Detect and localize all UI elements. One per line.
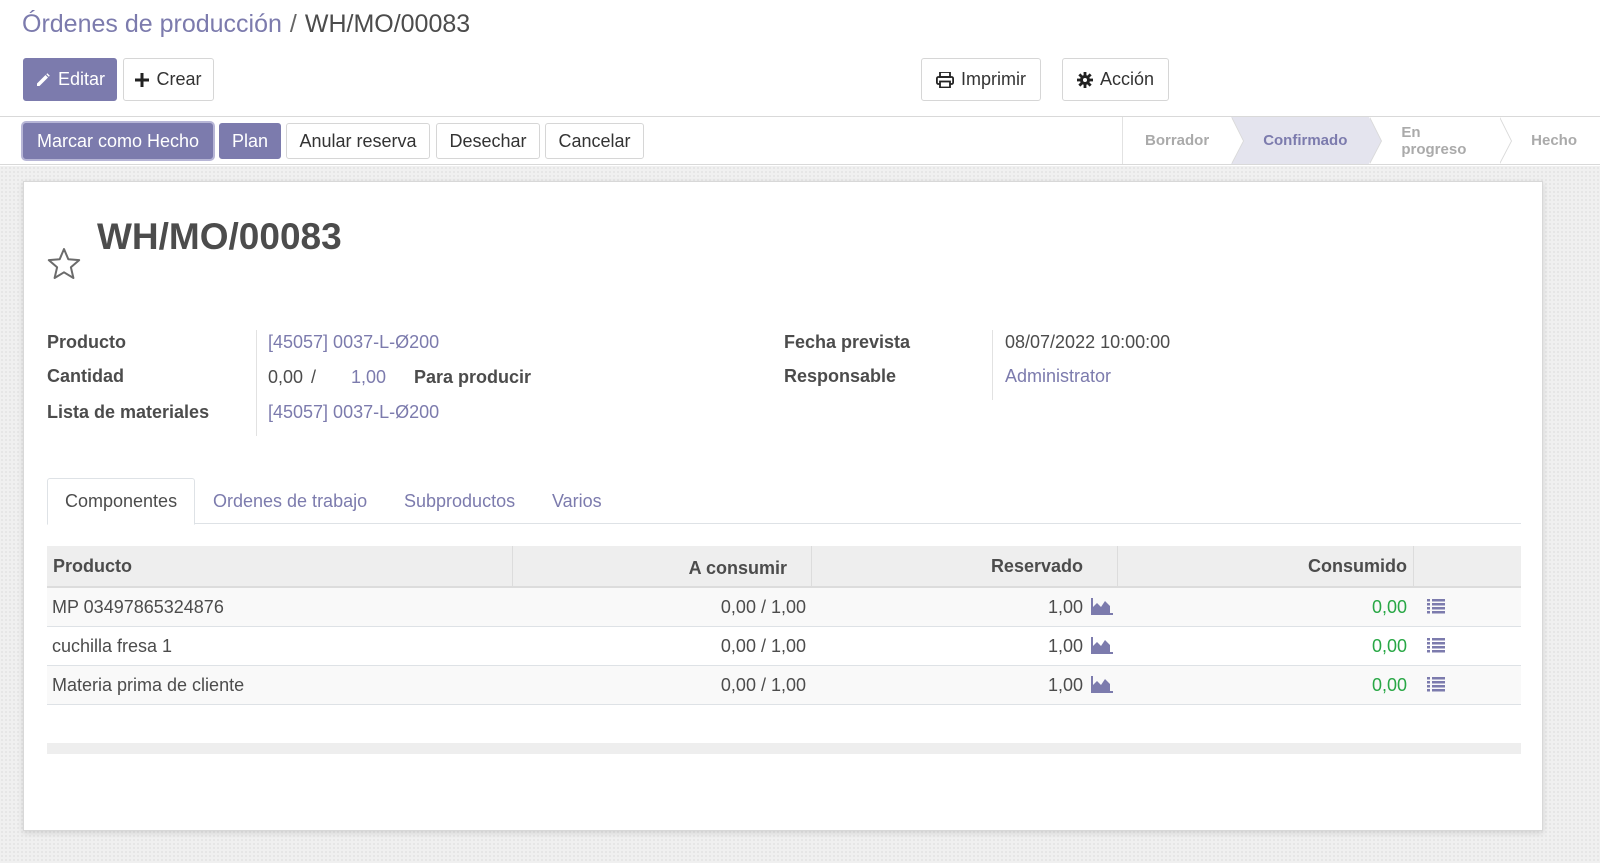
create-button-label: Crear: [156, 69, 202, 89]
list-icon[interactable]: [1427, 638, 1445, 653]
plan-button[interactable]: Plan: [219, 123, 281, 159]
tab-components[interactable]: Componentes: [47, 478, 196, 525]
print-button[interactable]: Imprimir: [921, 58, 1041, 101]
column-header-product[interactable]: Producto: [53, 546, 132, 586]
gear-icon: [1076, 71, 1093, 88]
date-label: Fecha prevista: [784, 332, 911, 352]
row-to-consume: 0,00 / 1,00: [720, 674, 806, 695]
edit-button[interactable]: Editar: [23, 58, 117, 101]
product-link[interactable]: [45057] 0037-L-Ø200: [268, 332, 439, 353]
column-header-to-consume[interactable]: A consumir: [513, 548, 787, 588]
stage-in-progress[interactable]: En progreso: [1369, 117, 1513, 164]
right-group-divider: [992, 330, 993, 400]
printer-icon: [936, 71, 954, 88]
tab-misc[interactable]: Varios: [535, 478, 619, 524]
breadcrumb-parent-link[interactable]: Órdenes de producción: [22, 10, 282, 38]
tab-byproducts[interactable]: Subproductos: [387, 478, 532, 524]
table-footer: [47, 743, 1521, 754]
quantity-produced: 0,00: [268, 367, 304, 387]
stage-draft[interactable]: Borrador: [1123, 117, 1245, 164]
stage-confirmed-label: Confirmado: [1263, 132, 1348, 149]
row-reserved: 1,00: [1047, 674, 1083, 695]
row-reserved: 1,00: [1047, 635, 1083, 656]
print-button-label: Imprimir: [961, 69, 1026, 89]
row-consumed: 0,00: [1371, 674, 1407, 695]
mark-done-button[interactable]: Marcar como Hecho: [23, 123, 213, 159]
stage-draft-label: Borrador: [1145, 132, 1210, 149]
table-row[interactable]: Materia prima de cliente 0,00 / 1,00 1,0…: [47, 666, 1521, 705]
action-button-label: Acción: [1099, 69, 1155, 89]
create-button[interactable]: Crear: [123, 58, 214, 101]
date-value[interactable]: 08/07/2022 10:00:00: [1005, 332, 1170, 353]
cancel-button[interactable]: Cancelar: [545, 123, 644, 159]
edit-button-label: Editar: [57, 69, 106, 89]
unreserve-button[interactable]: Anular reserva: [286, 123, 430, 159]
area-chart-icon[interactable]: [1091, 598, 1113, 615]
row-to-consume: 0,00 / 1,00: [720, 596, 806, 617]
content-area: WH/MO/00083 Producto Cantidad Lista de m…: [0, 166, 1600, 863]
record-title: WH/MO/00083: [97, 216, 342, 257]
row-to-consume: 0,00 / 1,00: [720, 635, 806, 656]
row-consumed: 0,00: [1371, 596, 1407, 617]
column-header-reserved[interactable]: Reservado: [812, 546, 1083, 586]
list-icon[interactable]: [1427, 677, 1445, 692]
control-panel: Órdenes de producción / WH/MO/00083 Editar…: [0, 0, 1600, 117]
list-icon[interactable]: [1427, 599, 1445, 614]
quantity-suffix: Para producir: [414, 367, 532, 387]
tab-work-orders[interactable]: Ordenes de trabajo: [196, 478, 384, 524]
table-row[interactable]: MP 03497865324876 0,00 / 1,00 1,00 0,00: [47, 588, 1521, 627]
row-product: Materia prima de cliente: [52, 674, 245, 695]
components-table: Producto A consumir Reservado Consumido …: [47, 546, 1521, 705]
row-product: cuchilla fresa 1: [52, 635, 173, 656]
column-header-consumed[interactable]: Consumido: [1118, 546, 1407, 586]
product-label: Producto: [47, 332, 126, 352]
quantity-total[interactable]: 1,00: [351, 367, 386, 388]
row-product: MP 03497865324876: [52, 596, 224, 617]
pencil-icon: [36, 72, 50, 86]
responsible-link[interactable]: Administrator: [1005, 366, 1111, 387]
left-group-divider: [256, 330, 257, 436]
scrap-button[interactable]: Desechar: [436, 123, 540, 159]
plus-icon: [135, 72, 150, 87]
form-sheet: WH/MO/00083 Producto Cantidad Lista de m…: [23, 181, 1543, 831]
quantity-label: Cantidad: [47, 366, 125, 386]
row-consumed: 0,00: [1371, 635, 1407, 656]
breadcrumb: Órdenes de producción / WH/MO/00083: [22, 10, 470, 39]
breadcrumb-separator: /: [289, 10, 297, 38]
breadcrumb-current: WH/MO/00083: [304, 10, 471, 38]
area-chart-icon[interactable]: [1091, 637, 1113, 654]
quantity-separator: /: [311, 367, 317, 387]
form-statusbar: Marcar como Hecho Plan Anular reserva De…: [0, 117, 1600, 165]
action-button[interactable]: Acción: [1062, 58, 1169, 101]
bom-link[interactable]: [45057] 0037-L-Ø200: [268, 402, 439, 423]
star-icon[interactable]: [46, 246, 82, 282]
table-header: Producto A consumir Reservado Consumido: [47, 546, 1521, 588]
stage-done-label: Hecho: [1531, 132, 1577, 149]
stage-done[interactable]: Hecho: [1499, 117, 1600, 164]
status-stages: Borrador Confirmado En progreso Hecho: [1122, 117, 1600, 164]
table-row[interactable]: cuchilla fresa 1 0,00 / 1,00 1,00 0,00: [47, 627, 1521, 666]
stage-confirmed[interactable]: Confirmado: [1231, 117, 1383, 164]
row-reserved: 1,00: [1047, 596, 1083, 617]
bom-label: Lista de materiales: [47, 402, 210, 422]
area-chart-icon[interactable]: [1091, 676, 1113, 693]
stage-in-progress-label: En progreso: [1401, 123, 1467, 158]
notebook-tabs: Componentes Ordenes de trabajo Subproduc…: [47, 478, 1521, 525]
responsible-label: Responsable: [784, 366, 897, 386]
